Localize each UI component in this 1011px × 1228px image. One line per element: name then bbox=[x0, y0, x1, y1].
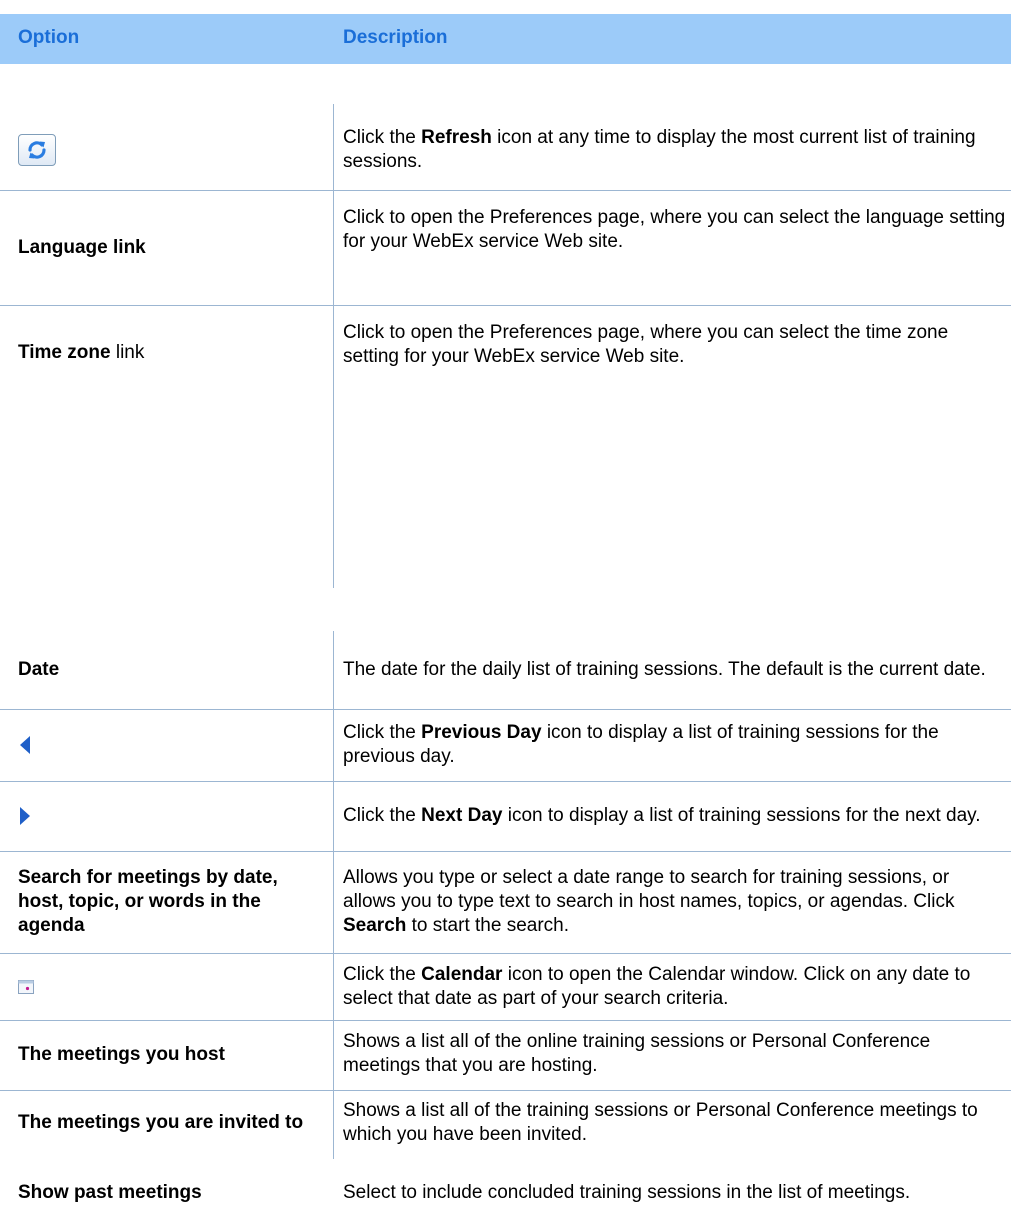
meetings-invited-option: The meetings you are invited to bbox=[18, 1112, 304, 1133]
column-divider bbox=[333, 631, 334, 1159]
table-row-calendar bbox=[18, 953, 323, 1020]
description-cell: Shows a list all of the training session… bbox=[343, 1100, 978, 1145]
description-cell: Select to include concluded training ses… bbox=[343, 1182, 911, 1203]
column-divider bbox=[333, 104, 334, 588]
date-option: Date bbox=[18, 659, 60, 680]
row-separator bbox=[0, 851, 1011, 852]
description-cell: Click the Previous Day icon to display a… bbox=[343, 722, 939, 767]
language-link-option: Language link bbox=[18, 236, 146, 258]
table-row-next-day bbox=[18, 781, 323, 851]
description-cell: Shows a list all of the online training … bbox=[343, 1031, 931, 1076]
table-row-refresh bbox=[18, 115, 323, 185]
time-zone-link-option: Time zone link bbox=[18, 341, 145, 363]
description-cell: Click the Calendar icon to open the Cale… bbox=[343, 963, 971, 1009]
description-cell: Click the Next Day icon to display a lis… bbox=[343, 805, 981, 826]
meetings-you-host-option: The meetings you host bbox=[18, 1044, 225, 1065]
description-cell: The date for the daily list of training … bbox=[343, 659, 986, 680]
option-column-header: Option bbox=[18, 27, 80, 48]
search-option: Search for meetings by date, host, topic… bbox=[18, 867, 278, 936]
description-cell: Click to open the Preferences page, wher… bbox=[343, 207, 1006, 252]
previous-day-icon[interactable] bbox=[18, 734, 32, 756]
description-cell: Click to open the Preferences page, wher… bbox=[343, 322, 949, 367]
refresh-icon[interactable] bbox=[18, 134, 56, 166]
show-past-meetings-option: Show past meetings bbox=[18, 1182, 202, 1203]
next-day-icon[interactable] bbox=[18, 805, 32, 827]
table-header: Option Description bbox=[0, 14, 1011, 64]
description-column-header: Description bbox=[343, 27, 448, 48]
description-cell: Allows you type or select a date range t… bbox=[343, 867, 955, 936]
calendar-icon[interactable] bbox=[18, 979, 34, 994]
table-row-previous-day bbox=[18, 709, 323, 781]
description-cell: Click the Refresh icon at any time to di… bbox=[343, 127, 976, 172]
